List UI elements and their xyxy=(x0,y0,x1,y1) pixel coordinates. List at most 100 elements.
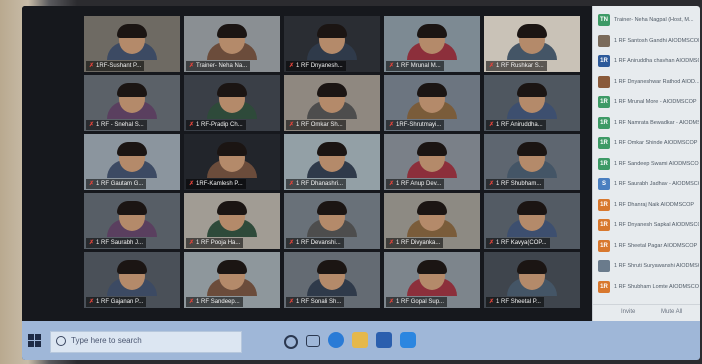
participant-list-item[interactable]: 1R 1 RF Dnyanesh Sapkal AIODMSCOP xyxy=(596,217,699,233)
video-tile[interactable]: ✗ 1 RF Dnyanesh... xyxy=(284,16,380,72)
participant-list-item[interactable]: S 1 RF Saurabh Jadhav - AIODMSCOP xyxy=(596,176,699,192)
participant-list-item[interactable]: 1 RF Dnyaneshwar Rathod AIOD... xyxy=(596,74,699,90)
search-icon xyxy=(56,336,66,346)
video-tile[interactable]: ✗ 1 RF Sheetal P... xyxy=(484,252,580,308)
video-tile[interactable]: ✗ 1 RF Mrunal M... xyxy=(384,16,480,72)
muted-mic-icon: ✗ xyxy=(289,122,295,128)
video-tile[interactable]: ✗ 1 RF - Snehal S... xyxy=(84,75,180,131)
participant-video xyxy=(84,16,180,60)
participant-avatar xyxy=(598,34,610,47)
participant-name-label: ✗ 1 RF Dnyanesh... xyxy=(286,61,346,71)
participant-name-label: ✗ 1 RF Gopal Sup... xyxy=(386,297,448,307)
muted-mic-icon: ✗ xyxy=(189,299,195,305)
video-tile[interactable]: ✗ 1 RF Gopal Sup... xyxy=(384,252,480,308)
participant-name-label: ✗ 1 RF Sonali Sh... xyxy=(286,297,345,307)
taskbar-search-box[interactable]: Type here to search xyxy=(50,331,242,353)
participant-video xyxy=(384,252,480,296)
participant-name: 1 RF Dhanraj Naik AIODMSCOP xyxy=(614,201,695,208)
participant-avatar: 1R xyxy=(598,55,610,67)
video-tile[interactable]: ✗ 1 RF-Pradip Ch... xyxy=(184,75,280,131)
participant-name-label: ✗ 1 RF - Snehal S... xyxy=(86,120,147,130)
participant-video xyxy=(84,193,180,237)
participant-name: 1 RF Saurabh Jadhav - AIODMSCOP xyxy=(614,181,699,187)
muted-mic-icon: ✗ xyxy=(189,240,195,246)
participant-list-item[interactable]: 1R 1 RF Namrata Bewadkar - AIODMS... xyxy=(596,115,699,131)
store-icon[interactable] xyxy=(376,332,392,348)
video-tile[interactable]: ✗ Trainer- Neha Na... xyxy=(184,16,280,72)
participant-name-label: ✗ 1 RF Sheetal P... xyxy=(486,297,544,307)
participant-name: 1 RF Aniruddha chavhan AIODMSCOP xyxy=(614,58,699,64)
participant-name-label: ✗ 1 RF Aniruddha... xyxy=(486,120,546,130)
muted-mic-icon: ✗ xyxy=(389,240,395,246)
participant-video xyxy=(484,134,580,178)
video-tile[interactable]: ✗ 1 RF Dhanashri... xyxy=(284,134,380,190)
participant-avatar xyxy=(598,260,610,272)
participant-name-label: ✗ 1 RF Divyanka... xyxy=(386,238,444,248)
video-tile[interactable]: ✗ 1 RF Aniruddha... xyxy=(484,75,580,131)
video-tile[interactable]: ✗ 1 RF Divyanka... xyxy=(384,193,480,249)
participant-name: 1 RF Sandeep Swami AIODMSCOP xyxy=(614,160,699,167)
participant-list-item[interactable]: 1 RF Shruti Suryawanshi AIODMSC... xyxy=(596,258,699,274)
muted-mic-icon: ✗ xyxy=(89,240,95,246)
muted-mic-icon: ✗ xyxy=(89,122,95,128)
edge-browser-icon[interactable] xyxy=(328,332,344,348)
participant-name-label: ✗ 1RF-Sushant P... xyxy=(86,61,145,71)
participant-avatar xyxy=(598,75,610,88)
file-explorer-icon[interactable] xyxy=(352,332,368,348)
participant-video xyxy=(384,134,480,178)
task-view-icon[interactable] xyxy=(306,335,320,347)
participant-video xyxy=(84,134,180,178)
video-tile[interactable]: ✗ 1 RF Omkar Sh... xyxy=(284,75,380,131)
zoom-app-icon[interactable] xyxy=(400,332,416,348)
participant-name: 1 RF Shruti Suryawanshi AIODMSC... xyxy=(614,263,699,269)
muted-mic-icon: ✗ xyxy=(89,181,95,187)
participant-video xyxy=(284,193,380,237)
participant-list-item[interactable]: 1R 1 RF Omkar Shinde AIODMSCOP xyxy=(596,135,699,151)
video-tile[interactable]: ✗ 1 RF Sonali Sh... xyxy=(284,252,380,308)
invite-button[interactable]: Invite xyxy=(621,309,635,315)
video-tile[interactable]: ✗ 1 RF Gajanan P... xyxy=(84,252,180,308)
participant-name: 1 RF Dnyanesh Sapkal AIODMSCOP xyxy=(614,222,699,228)
video-tile[interactable]: ✗ 1RF-Sushant P... xyxy=(84,16,180,72)
participant-list-item[interactable]: 1R 1 RF Dhanraj Naik AIODMSCOP xyxy=(596,197,699,213)
participant-list-item[interactable]: 1R 1 RF Sheetal Pagar AIODMSCOP xyxy=(596,238,699,254)
muted-mic-icon: ✗ xyxy=(89,299,95,305)
video-tile[interactable]: ✗ 1 RF Kavya(COP... xyxy=(484,193,580,249)
participant-name-label: ✗ 1 RF Pooja Ha... xyxy=(186,238,244,248)
muted-mic-icon: ✗ xyxy=(89,63,95,69)
participant-list-item[interactable]: 1R 1 RF Shubham Lomte AIODMSCOP xyxy=(596,279,699,295)
participant-name-label: ✗ 1 RF Gautam G... xyxy=(86,179,147,189)
video-tile[interactable]: ✗ 1 RF Saurabh J... xyxy=(84,193,180,249)
participant-video xyxy=(284,252,380,296)
video-tile[interactable]: ✗ 1 RF Gautam G... xyxy=(84,134,180,190)
video-tile[interactable]: ✗ 1 RF Devanshi... xyxy=(284,193,380,249)
participant-list-item[interactable]: 1R 1 RF Aniruddha chavhan AIODMSCOP xyxy=(596,53,699,69)
video-tile[interactable]: ✗ 1 RF Pooja Ha... xyxy=(184,193,280,249)
cortana-icon[interactable] xyxy=(284,335,298,349)
video-tile[interactable]: ✗ 1RF-Kamlesh P... xyxy=(184,134,280,190)
participant-name-label: ✗ 1 RF Mrunal M... xyxy=(386,61,444,71)
participant-list-item[interactable]: 1R 1 RF Sandeep Swami AIODMSCOP xyxy=(596,156,699,172)
video-tile[interactable]: ✗ 1 RF Anup Dev... xyxy=(384,134,480,190)
mute-all-button[interactable]: Mute All xyxy=(661,309,682,315)
participant-video xyxy=(184,16,280,60)
video-tile[interactable]: ✗ 1 RF Shubham... xyxy=(484,134,580,190)
participant-list-item[interactable]: 1R 1 RF Mrunal More - AIODMSCOP xyxy=(596,94,699,110)
participant-name-label: ✗ 1 RF Saurabh J... xyxy=(86,238,147,248)
video-tile[interactable]: ✗ 1 RF Rushkar S... xyxy=(484,16,580,72)
participant-name: 1 RF Shubham Lomte AIODMSCOP xyxy=(614,283,699,290)
muted-mic-icon: ✗ xyxy=(289,181,295,187)
muted-mic-icon: ✗ xyxy=(189,122,195,128)
participant-name-label: ✗ 1 RF Devanshi... xyxy=(286,238,344,248)
participant-avatar: TN xyxy=(598,14,610,26)
participant-video xyxy=(484,252,580,296)
video-tile[interactable]: ✗ 1RF-Shrutmayi... xyxy=(384,75,480,131)
participant-name-label: ✗ 1 RF Gajanan P... xyxy=(86,297,147,307)
participant-video xyxy=(384,16,480,60)
participant-avatar: 1R xyxy=(598,219,610,231)
participant-name-label: ✗ 1 RF Anup Dev... xyxy=(386,179,445,189)
participant-list-item[interactable]: TN Trainer- Neha Nagpal (Host, M... xyxy=(596,12,699,28)
participant-list-item[interactable]: 1 RF Santosh Gandhi AIODMSCOP xyxy=(596,33,699,49)
video-tile[interactable]: ✗ 1 RF Sandeep... xyxy=(184,252,280,308)
windows-start-icon[interactable] xyxy=(28,334,42,348)
